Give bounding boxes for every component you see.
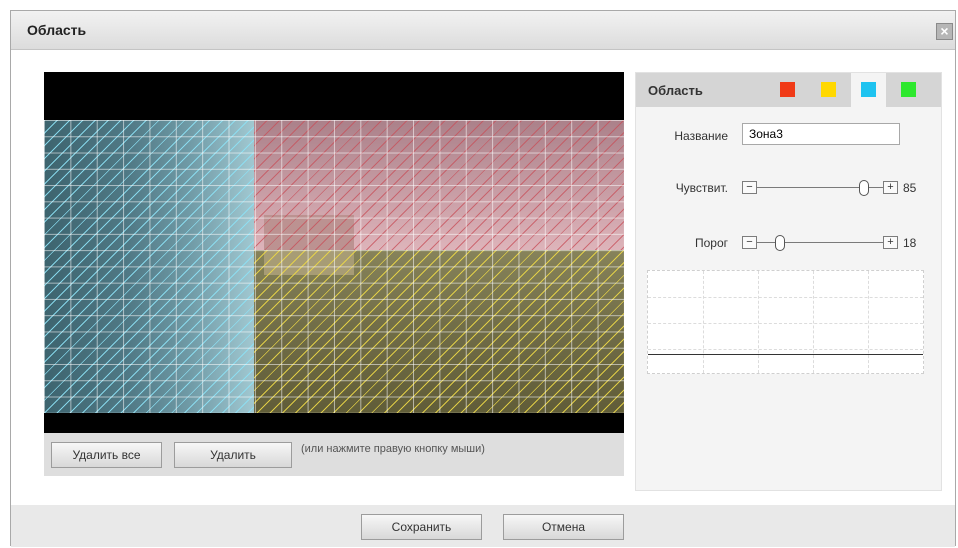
delete-all-button[interactable]: Удалить все [51,442,162,468]
panel-title: Область [648,83,703,98]
delete-button[interactable]: Удалить [174,442,292,468]
name-label: Название [674,129,728,143]
sensitivity-value: 85 [903,181,917,195]
dialog-title: Область [27,22,87,38]
swatch-red[interactable] [780,82,795,97]
graph-gridline [868,271,869,373]
right-click-hint: (или нажмите правую кнопку мыши) [301,443,485,455]
graph-gridline [813,271,814,373]
save-button[interactable]: Сохранить [361,514,482,540]
swatch-green[interactable] [901,82,916,97]
video-preview[interactable] [44,72,624,433]
graph-gridline [648,323,923,324]
sensitivity-minus-button[interactable]: − [742,181,757,194]
graph-gridline [703,271,704,373]
video-toolbar: Удалить все Удалить (или нажмите правую … [44,433,624,476]
graph-gridline [648,349,923,350]
area-settings-panel: Область Название Чувствит. − + 85 Порог … [635,72,942,491]
graph-gridline [648,297,923,298]
dialog-footer: Сохранить Отмена [11,505,955,547]
dialog-body: Удалить все Удалить (или нажмите правую … [11,50,955,505]
threshold-value: 18 [903,236,917,250]
threshold-label: Порог [694,236,728,250]
name-field[interactable] [742,123,900,145]
sensitivity-slider-thumb[interactable] [859,180,870,196]
swatch-yellow[interactable] [821,82,836,97]
dialog-titlebar: Область × [11,11,955,50]
area-dialog: Область × Удалить все Удалить (или нажми… [10,10,956,547]
close-icon[interactable]: × [936,23,953,40]
threshold-line [648,354,923,355]
zone-grid[interactable] [44,120,624,413]
sensitivity-label: Чувствит. [675,181,728,195]
graph-gridline [758,271,759,373]
swatch-cyan[interactable] [861,82,876,97]
motion-level-graph [647,270,924,374]
threshold-minus-button[interactable]: − [742,236,757,249]
sensitivity-plus-button[interactable]: + [883,181,898,194]
camera-scene[interactable] [44,120,624,413]
threshold-plus-button[interactable]: + [883,236,898,249]
threshold-slider-thumb[interactable] [774,235,785,251]
cancel-button[interactable]: Отмена [503,514,624,540]
panel-header: Область [636,73,941,107]
